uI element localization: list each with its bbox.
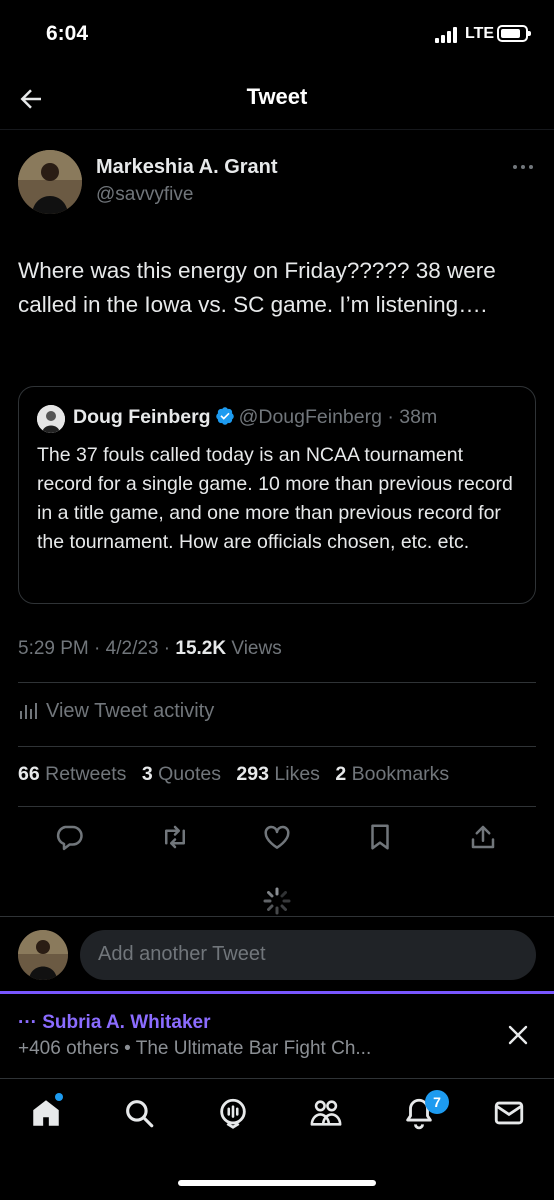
quoted-author-avatar (37, 405, 65, 433)
author-name[interactable]: Markeshia A. Grant (96, 156, 278, 179)
divider (18, 682, 536, 683)
quoted-author-name: Doug Feinberg (73, 406, 211, 428)
user-avatar[interactable] (18, 930, 68, 980)
quoted-tweet-header: Doug Feinberg @DougFeinberg · 38m (73, 406, 437, 429)
loading-spinner-icon (263, 887, 291, 915)
live-space-bar[interactable]: ··· Subria A. Whitaker +406 others • The… (0, 994, 554, 1076)
bookmarks-stat[interactable]: 2 Bookmarks (335, 763, 449, 785)
likes-stat[interactable]: 293 Likes (236, 763, 320, 785)
tweet-stats: 66 Retweets 3 Quotes 293 Likes 2 Bookmar… (18, 763, 459, 786)
page-title: Tweet (246, 84, 308, 109)
bookmark-icon[interactable] (365, 822, 395, 852)
network-label: LTE (465, 25, 495, 42)
quoted-author-handle: @DougFeinberg (238, 406, 382, 428)
like-icon[interactable] (262, 822, 292, 852)
views-label: Views (231, 638, 282, 659)
status-bar: 6:04 LTE (0, 0, 554, 70)
quoted-tweet-time: 38m (399, 406, 438, 428)
quotes-stat[interactable]: 3 Quotes (142, 763, 221, 785)
spaces-icon[interactable] (216, 1096, 250, 1130)
more-icon[interactable] (510, 160, 536, 174)
author-avatar[interactable] (18, 150, 82, 214)
separator-dot: · (88, 638, 106, 659)
communities-icon[interactable] (309, 1096, 343, 1130)
reply-icon[interactable] (54, 822, 84, 852)
close-icon[interactable] (506, 1023, 530, 1047)
quoted-tweet-card[interactable]: Doug Feinberg @DougFeinberg · 38m The 37… (18, 386, 536, 604)
top-header: Tweet (0, 70, 554, 130)
add-tweet-input[interactable]: Add another Tweet (80, 930, 536, 980)
messages-icon[interactable] (492, 1096, 526, 1130)
verified-icon (215, 407, 234, 425)
view-activity-link[interactable]: View Tweet activity (18, 700, 214, 723)
space-host: ··· Subria A. Whitaker (18, 1012, 211, 1033)
author-handle[interactable]: @savvyfive (96, 184, 193, 206)
signal-icon (435, 27, 461, 43)
status-time: 6:04 (46, 22, 89, 45)
compose-placeholder: Add another Tweet (98, 943, 266, 965)
search-icon[interactable] (122, 1096, 156, 1130)
divider (18, 806, 536, 807)
views-count: 15.2K (175, 638, 227, 659)
battery-icon (497, 25, 531, 42)
home-unread-dot (55, 1093, 63, 1101)
divider (0, 916, 554, 917)
tweet-meta: 5:29 PM · 4/2/23 · 15.2K Views (18, 638, 282, 660)
space-subtitle: +406 others • The Ultimate Bar Fight Ch.… (18, 1038, 372, 1059)
notification-badge: 7 (425, 1090, 449, 1114)
separator-dot: · (381, 406, 400, 428)
bar-chart-icon (20, 703, 37, 719)
view-activity-label: View Tweet activity (46, 700, 215, 722)
tweet-time: 5:29 PM (18, 638, 89, 659)
separator-dot: · (158, 638, 176, 659)
share-icon[interactable] (468, 822, 498, 852)
divider (18, 746, 536, 747)
home-icon[interactable] (29, 1096, 63, 1130)
tweet-text: Where was this energy on Friday????? 38 … (18, 258, 496, 317)
tweet-date: 4/2/23 (105, 638, 159, 659)
home-indicator (178, 1180, 376, 1186)
retweets-stat[interactable]: 66 Retweets (18, 763, 126, 785)
retweet-icon[interactable] (160, 822, 190, 852)
quoted-tweet-text: The 37 fouls called today is an NCAA tou… (37, 444, 513, 553)
